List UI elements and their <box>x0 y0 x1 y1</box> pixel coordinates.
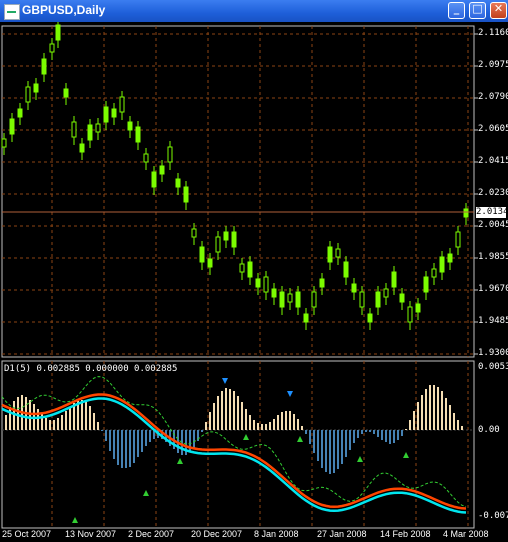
candle-body <box>119 96 125 113</box>
candle-body <box>199 246 205 263</box>
minimize-button[interactable]: _ <box>448 2 465 19</box>
candle-body <box>303 313 309 323</box>
close-icon: ✕ <box>493 2 504 15</box>
candle-body <box>87 124 93 141</box>
candle-body <box>399 293 405 303</box>
candle-body <box>447 253 453 263</box>
candle-body <box>183 186 189 203</box>
candle-body <box>151 171 157 188</box>
candle-body <box>207 258 213 268</box>
chart-window-icon <box>4 4 20 20</box>
candle-body <box>103 106 109 123</box>
candle-body <box>135 126 141 143</box>
window-title: GBPUSD,Daily <box>22 3 106 17</box>
candle-body <box>63 88 69 98</box>
price-tick: 2.1160 <box>478 28 508 38</box>
indicator-zero-tick: 0.00 <box>478 425 500 435</box>
candle-body <box>25 86 31 103</box>
candle-body <box>439 256 445 273</box>
candle-body <box>311 291 317 308</box>
candle-body <box>95 123 101 133</box>
date-label: 4 Mar 2008 <box>443 529 489 539</box>
candle-body <box>223 231 229 241</box>
candle-body <box>455 231 461 248</box>
title-bar[interactable]: GBPUSD,Daily _ □ ✕ <box>0 0 508 22</box>
candle-body <box>295 291 301 308</box>
candle-body <box>55 24 61 41</box>
candle-body <box>375 291 381 308</box>
candle-body <box>159 165 165 175</box>
candle-body <box>239 263 245 273</box>
candle-body <box>271 288 277 298</box>
candle-body <box>17 108 23 118</box>
candle-body <box>33 83 39 93</box>
candle-body <box>343 261 349 278</box>
candle-body <box>175 178 181 188</box>
candle-body <box>143 153 149 163</box>
price-tick: 1.9855 <box>478 252 508 262</box>
candle-body <box>111 108 117 118</box>
candle-body <box>383 288 389 298</box>
date-label: 2 Dec 2007 <box>128 529 175 539</box>
indicator-bottom-tick: -0.0071 <box>478 511 508 521</box>
candle-body <box>41 58 47 75</box>
date-label: 14 Feb 2008 <box>380 529 431 539</box>
candle-body <box>231 231 237 248</box>
candle-body <box>407 306 413 323</box>
candle-body <box>191 228 197 238</box>
candle-body <box>351 283 357 293</box>
candle-body <box>79 143 85 153</box>
candle-body <box>279 291 285 308</box>
candle-body <box>215 236 221 253</box>
candle-body <box>247 261 253 278</box>
close-button[interactable]: ✕ <box>490 2 507 19</box>
current-price-tag: 2.0134 <box>476 207 508 218</box>
candle-body <box>327 246 333 263</box>
price-tick: 2.0415 <box>478 156 508 166</box>
price-tick: 2.0045 <box>478 220 508 230</box>
candle-body <box>287 293 293 303</box>
price-tick: 2.0605 <box>478 124 508 134</box>
candle-body <box>319 278 325 288</box>
maximize-button[interactable]: □ <box>469 2 486 19</box>
candle-body <box>415 303 421 313</box>
candle-body <box>463 208 469 218</box>
minimize-icon: _ <box>453 2 460 15</box>
date-label: 8 Jan 2008 <box>254 529 299 539</box>
date-label: 20 Dec 2007 <box>191 529 243 539</box>
chart-area[interactable] <box>0 22 508 542</box>
price-tick: 1.9485 <box>478 316 508 326</box>
candle-body <box>49 43 55 53</box>
date-label: 25 Oct 2007 <box>2 529 52 539</box>
candle-body <box>335 248 341 258</box>
candle-body <box>431 268 437 278</box>
candle-body <box>359 291 365 308</box>
candle-body <box>263 276 269 293</box>
candle-body <box>367 313 373 323</box>
indicator-top-tick: 0.00536 <box>478 362 508 372</box>
candle-body <box>71 121 77 138</box>
indicator-label: D1(5) 0.002885 0.000000 0.002885 <box>4 364 178 374</box>
price-tick: 2.0230 <box>478 188 508 198</box>
candle-body <box>1 138 7 148</box>
candle-body <box>255 278 261 288</box>
maximize-icon: □ <box>472 2 483 15</box>
candle-body <box>167 146 173 163</box>
candle-body <box>127 121 133 131</box>
date-label: 13 Nov 2007 <box>65 529 117 539</box>
price-tick: 2.0790 <box>478 92 508 102</box>
price-tick: 1.9300 <box>478 348 508 358</box>
date-label: 27 Jan 2008 <box>317 529 367 539</box>
price-tick: 2.0975 <box>478 60 508 70</box>
candle-body <box>391 271 397 288</box>
candle-body <box>423 276 429 293</box>
candle-body <box>9 118 15 135</box>
price-tick: 1.9670 <box>478 284 508 294</box>
